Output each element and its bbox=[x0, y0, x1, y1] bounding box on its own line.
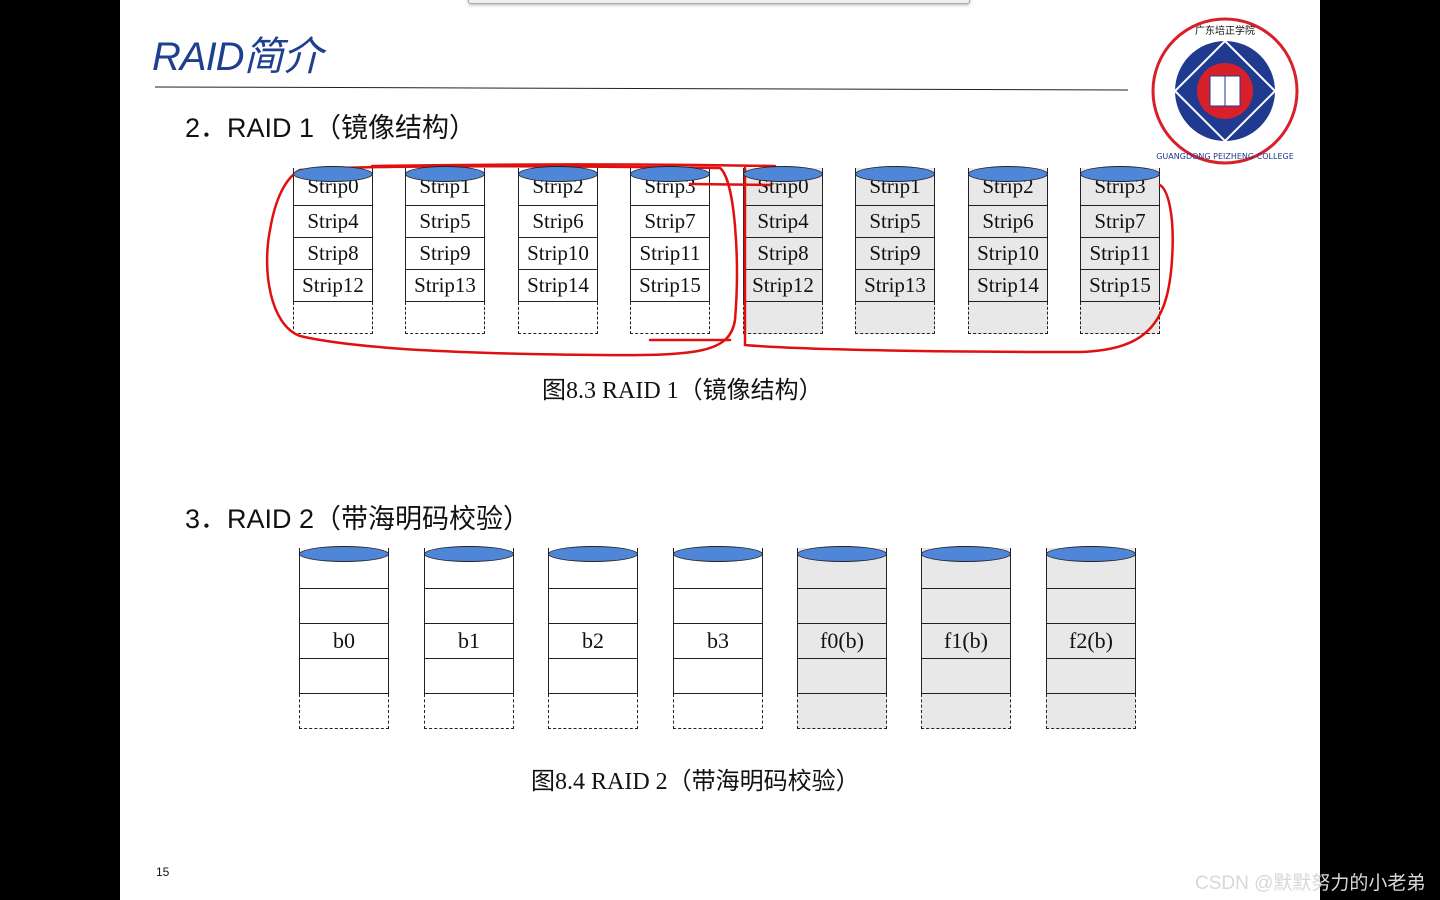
disk-block bbox=[921, 589, 1011, 624]
disk-empty-block bbox=[968, 302, 1048, 334]
disk-top bbox=[1046, 546, 1136, 562]
logo-text-en: GUANGDONG PEIZHENG COLLEGE bbox=[1156, 152, 1294, 161]
disk-block: Strip11 bbox=[630, 238, 710, 270]
disk-empty-block bbox=[630, 302, 710, 334]
disk-top bbox=[299, 546, 389, 562]
disk-top bbox=[1080, 166, 1160, 182]
disk-block: Strip6 bbox=[518, 206, 598, 238]
disk-block bbox=[673, 659, 763, 694]
disk-empty-block bbox=[299, 694, 389, 729]
disk-block: Strip9 bbox=[405, 238, 485, 270]
disk-block: Strip9 bbox=[855, 238, 935, 270]
disk-block bbox=[299, 659, 389, 694]
disk-empty-block bbox=[424, 694, 514, 729]
disk-empty-block bbox=[797, 694, 887, 729]
disk-block: b0 bbox=[299, 624, 389, 659]
disk-empty-block bbox=[405, 302, 485, 334]
disk-block: Strip14 bbox=[968, 270, 1048, 302]
disk-block bbox=[673, 589, 763, 624]
disk-block: b1 bbox=[424, 624, 514, 659]
page-number: 15 bbox=[156, 865, 170, 879]
disk-block: Strip10 bbox=[968, 238, 1048, 270]
disk-top bbox=[424, 546, 514, 562]
raid1-heading: 2．RAID 1（镜像结构） bbox=[185, 113, 477, 143]
disk-top bbox=[518, 166, 598, 182]
disk-top bbox=[293, 166, 373, 182]
disk-top bbox=[630, 166, 710, 182]
disk-block: f1(b) bbox=[921, 624, 1011, 659]
disk-empty-block bbox=[293, 302, 373, 334]
slide-title: RAID简介 bbox=[152, 35, 323, 79]
disk-block bbox=[424, 589, 514, 624]
dialog-window-edge[interactable] bbox=[468, 0, 970, 4]
disk-block bbox=[424, 659, 514, 694]
disk-block: Strip8 bbox=[743, 238, 823, 270]
disk-block bbox=[921, 659, 1011, 694]
disk-block: Strip7 bbox=[1080, 206, 1160, 238]
disk-block bbox=[797, 659, 887, 694]
disk-block: Strip8 bbox=[293, 238, 373, 270]
disk-block: Strip15 bbox=[1080, 270, 1160, 302]
disk-block bbox=[1046, 589, 1136, 624]
disk-block: b3 bbox=[673, 624, 763, 659]
disk-block: Strip4 bbox=[743, 206, 823, 238]
disk-block: Strip7 bbox=[630, 206, 710, 238]
disk-block bbox=[548, 659, 638, 694]
raid1-caption: 图8.3 RAID 1（镜像结构） bbox=[542, 378, 823, 404]
disk-block: Strip6 bbox=[968, 206, 1048, 238]
disk-block: f0(b) bbox=[797, 624, 887, 659]
disk-block: Strip5 bbox=[855, 206, 935, 238]
disk-empty-block bbox=[1046, 694, 1136, 729]
disk-block: Strip12 bbox=[293, 270, 373, 302]
disk-empty-block bbox=[1080, 302, 1160, 334]
disk-block bbox=[797, 589, 887, 624]
raid2-caption: 图8.4 RAID 2（带海明码校验） bbox=[531, 769, 860, 795]
disk-empty-block bbox=[548, 694, 638, 729]
logo-text-cn: 广东培正学院 bbox=[1195, 24, 1255, 37]
disk-block: Strip14 bbox=[518, 270, 598, 302]
disk-top bbox=[405, 166, 485, 182]
college-logo-icon: 广东培正学院 GUANGDONG PEIZHENG COLLEGE bbox=[1151, 17, 1299, 165]
disk-block: Strip5 bbox=[405, 206, 485, 238]
disk-block: Strip11 bbox=[1080, 238, 1160, 270]
disk-block: Strip15 bbox=[630, 270, 710, 302]
disk-block: Strip4 bbox=[293, 206, 373, 238]
disk-top bbox=[743, 166, 823, 182]
disk-empty-block bbox=[921, 694, 1011, 729]
disk-block: b2 bbox=[548, 624, 638, 659]
disk-empty-block bbox=[743, 302, 823, 334]
disk-top bbox=[548, 546, 638, 562]
disk-block: Strip10 bbox=[518, 238, 598, 270]
disk-block bbox=[1046, 659, 1136, 694]
disk-top bbox=[921, 546, 1011, 562]
disk-top bbox=[797, 546, 887, 562]
disk-top bbox=[673, 546, 763, 562]
disk-empty-block bbox=[855, 302, 935, 334]
disk-block: Strip13 bbox=[855, 270, 935, 302]
disk-block: f2(b) bbox=[1046, 624, 1136, 659]
disk-top bbox=[855, 166, 935, 182]
disk-empty-block bbox=[673, 694, 763, 729]
disk-block: Strip12 bbox=[743, 270, 823, 302]
watermark: CSDN @默默努力的小老弟 bbox=[1195, 873, 1426, 894]
disk-block bbox=[548, 589, 638, 624]
disk-block bbox=[299, 589, 389, 624]
disk-block: Strip13 bbox=[405, 270, 485, 302]
disk-empty-block bbox=[518, 302, 598, 334]
disk-top bbox=[968, 166, 1048, 182]
raid2-heading: 3．RAID 2（带海明码校验） bbox=[185, 504, 531, 534]
